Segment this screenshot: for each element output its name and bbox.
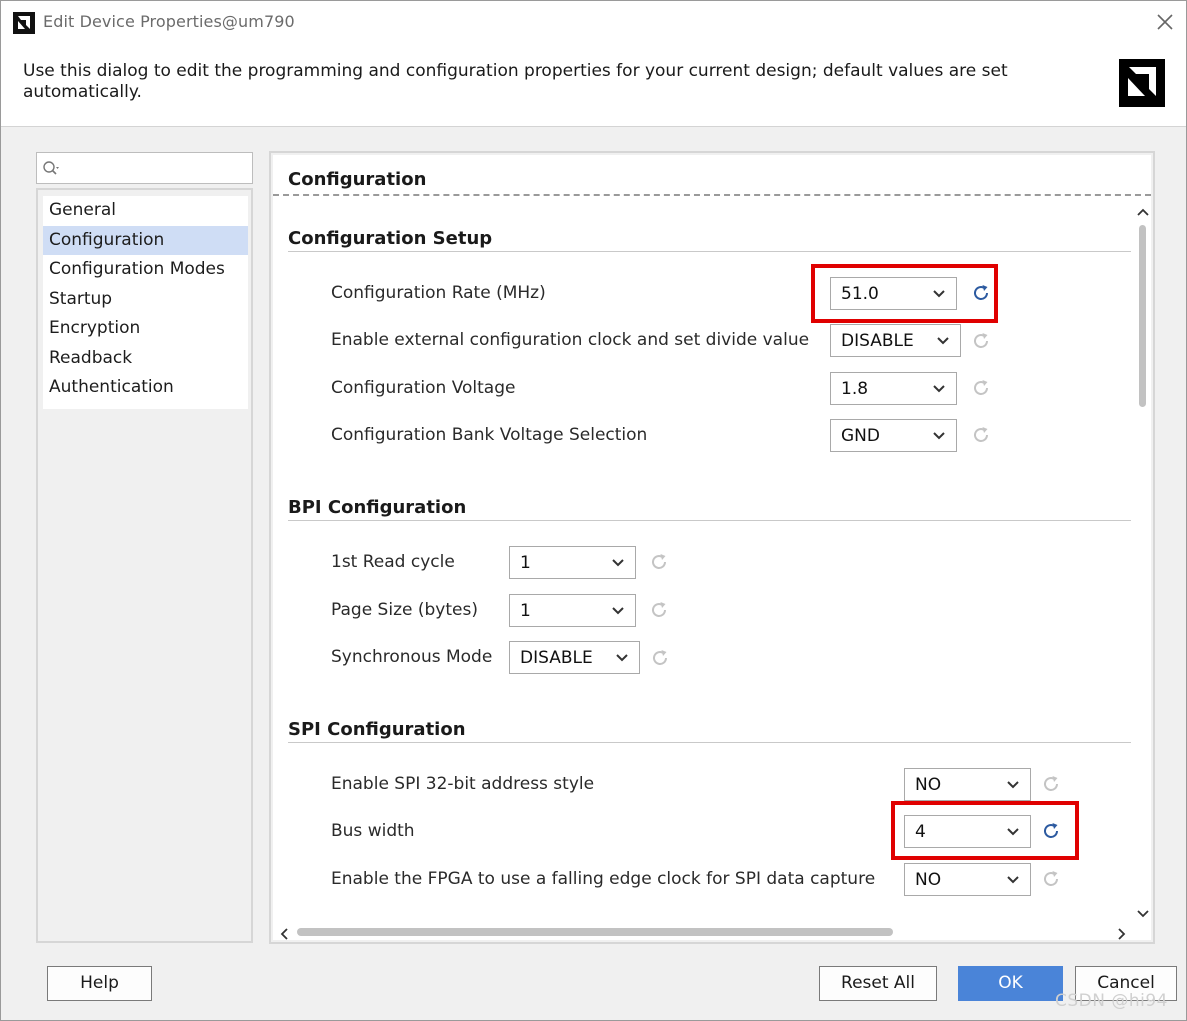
synchronous-mode-select[interactable]: DISABLE [509, 641, 640, 674]
properties-panel: Configuration Configuration Setup Config… [269, 151, 1155, 944]
category-nav: General Configuration Configuration Mode… [36, 188, 253, 943]
prop-label-spi-32bit-address: Enable SPI 32-bit address style [331, 774, 595, 794]
category-list: General Configuration Configuration Mode… [43, 196, 248, 409]
chevron-down-icon [1007, 876, 1019, 884]
page-size-select[interactable]: 1 [509, 594, 636, 627]
configuration-voltage-select[interactable]: 1.8 [830, 372, 957, 405]
annotation-highlight-box [891, 801, 1079, 860]
nav-item-authentication[interactable]: Authentication [43, 373, 248, 403]
reset-default-icon[interactable] [971, 425, 991, 445]
prop-label-bank-voltage: Configuration Bank Voltage Selection [331, 425, 648, 445]
external-clock-select[interactable]: DISABLE [830, 324, 961, 357]
panel-title: Configuration [288, 169, 427, 190]
nav-item-configuration[interactable]: Configuration [43, 225, 248, 255]
section-divider [288, 251, 1131, 252]
synchronous-mode-value: DISABLE [520, 648, 593, 668]
section-title-configuration-setup: Configuration Setup [288, 228, 493, 249]
page-size-value: 1 [520, 601, 531, 621]
reset-default-icon[interactable] [649, 600, 669, 620]
horizontal-scrollbar[interactable] [273, 923, 1151, 940]
nav-item-encryption[interactable]: Encryption [43, 314, 248, 344]
prop-label-external-clock: Enable external configuration clock and … [331, 330, 810, 350]
chevron-down-icon [612, 559, 624, 567]
prop-label-first-read-cycle: 1st Read cycle [331, 552, 455, 572]
prop-label-falling-edge-clock: Enable the FPGA to use a falling edge cl… [331, 869, 876, 889]
horizontal-scroll-thumb[interactable] [297, 928, 893, 936]
chevron-down-icon [1007, 781, 1019, 789]
close-icon[interactable] [1154, 11, 1176, 33]
title-bar: Edit Device Properties@um790 [1, 1, 1186, 43]
nav-item-startup[interactable]: Startup [43, 285, 248, 315]
nav-item-general[interactable]: General [43, 196, 248, 226]
scroll-right-icon[interactable] [1117, 927, 1127, 941]
prop-label-page-size: Page Size (bytes) [331, 600, 478, 620]
reset-default-icon[interactable] [650, 648, 670, 668]
reset-default-icon[interactable] [649, 552, 669, 572]
scroll-down-icon[interactable] [1136, 909, 1150, 919]
prop-label-configuration-rate: Configuration Rate (MHz) [331, 283, 546, 303]
section-title-bpi-configuration: BPI Configuration [288, 497, 467, 518]
section-title-spi-configuration: SPI Configuration [288, 719, 466, 740]
nav-item-readback[interactable]: Readback [43, 344, 248, 374]
prop-label-configuration-voltage: Configuration Voltage [331, 378, 516, 398]
edit-device-properties-dialog: Edit Device Properties@um790 Use this di… [0, 0, 1187, 1021]
chevron-down-icon [616, 654, 628, 662]
chevron-down-icon [612, 607, 624, 615]
vertical-scroll-thumb[interactable] [1139, 225, 1146, 407]
chevron-down-icon [933, 385, 945, 393]
chevron-down-icon [933, 432, 945, 440]
external-clock-value: DISABLE [841, 331, 914, 351]
configuration-voltage-value: 1.8 [841, 379, 869, 399]
watermark-text: CSDN @hi94 [1055, 991, 1169, 1011]
panel-header: Configuration [273, 155, 1151, 196]
chevron-down-icon [937, 337, 949, 345]
search-input[interactable] [36, 152, 253, 184]
dialog-description: Use this dialog to edit the programming … [23, 61, 1008, 102]
prop-label-bus-width: Bus width [331, 821, 415, 841]
falling-edge-clock-select[interactable]: NO [904, 863, 1031, 896]
reset-default-icon[interactable] [1041, 869, 1061, 889]
bank-voltage-value: GND [841, 426, 880, 446]
help-button[interactable]: Help [47, 966, 152, 1001]
nav-item-configuration-modes[interactable]: Configuration Modes [43, 255, 248, 285]
search-icon [43, 161, 59, 175]
vertical-scrollbar[interactable] [1133, 203, 1151, 921]
reset-default-icon[interactable] [971, 331, 991, 351]
first-read-cycle-select[interactable]: 1 [509, 546, 636, 579]
spi-32bit-address-value: NO [915, 775, 942, 795]
properties-panel-content: Configuration Configuration Setup Config… [273, 155, 1151, 940]
section-divider [288, 742, 1131, 743]
annotation-highlight-box [811, 264, 998, 323]
app-logo-icon [13, 12, 35, 34]
dialog-description-area: Use this dialog to edit the programming … [1, 43, 1186, 127]
section-divider [288, 520, 1131, 521]
reset-default-icon[interactable] [971, 378, 991, 398]
amd-logo-icon [1119, 59, 1165, 107]
spi-32bit-address-select[interactable]: NO [904, 768, 1031, 801]
reset-all-button[interactable]: Reset All [819, 966, 937, 1001]
scroll-left-icon[interactable] [279, 927, 289, 941]
window-title: Edit Device Properties@um790 [43, 12, 295, 31]
bank-voltage-select[interactable]: GND [830, 419, 957, 452]
ok-button[interactable]: OK [958, 966, 1063, 1001]
falling-edge-clock-value: NO [915, 870, 942, 890]
prop-label-synchronous-mode: Synchronous Mode [331, 647, 493, 667]
first-read-cycle-value: 1 [520, 553, 531, 573]
scroll-up-icon[interactable] [1136, 207, 1150, 217]
reset-default-icon[interactable] [1041, 774, 1061, 794]
